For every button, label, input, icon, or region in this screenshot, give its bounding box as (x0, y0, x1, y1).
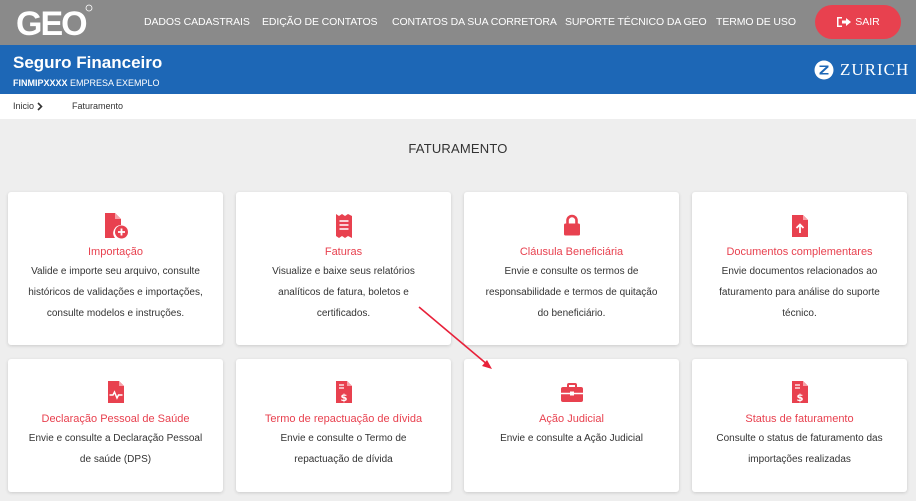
card-description: Envie e consulte a Declaração Pessoal de… (16, 428, 215, 470)
desc-line: históricos de validações e importações, (28, 287, 203, 298)
zurich-logo-icon (814, 60, 834, 80)
card-termo-repactuacao[interactable]: $ Termo de repactuação de dívida Envie e… (236, 359, 451, 492)
logout-button[interactable]: SAIR (815, 5, 901, 39)
desc-line: repactuação de dívida (294, 454, 393, 465)
card-description: Envie e consulte o Termo de repactuação … (244, 428, 443, 470)
desc-line: Valide e importe seu arquivo, consulte (31, 266, 200, 277)
card-declaracao-pessoal-saude[interactable]: Declaração Pessoal de Saúde Envie e cons… (8, 359, 223, 492)
product-subtitle: FINMIPXXXX EMPRESA EXEMPLO (13, 78, 160, 88)
nav-termo-de-uso[interactable]: TERMO DE USO (716, 0, 796, 45)
breadcrumb-current: Faturamento (72, 101, 124, 111)
card-description: Consulte o status de faturamento das imp… (700, 428, 899, 470)
lock-icon (563, 214, 580, 236)
desc-line: técnico. (782, 308, 817, 319)
nav-dados-cadastrais[interactable]: DADOS CADASTRAIS (144, 0, 250, 45)
card-description: Envie documentos relacionados ao faturam… (700, 261, 899, 324)
desc-line: de saúde (DPS) (79, 454, 152, 465)
svg-text:$: $ (796, 393, 803, 404)
card-description: Visualize e baixe seus relatórios analít… (244, 261, 443, 324)
top-navigation: GEO DADOS CADASTRAIS EDIÇÃO DE CONTATOS … (0, 0, 916, 45)
file-invoice-dollar-icon: $ (791, 381, 808, 404)
desc-line: consulte modelos e instruções. (46, 308, 185, 319)
card-title: Status de faturamento (745, 413, 854, 425)
card-title: Documentos complementares (726, 246, 873, 258)
card-description: Envie e consulte a Ação Judicial (472, 428, 671, 449)
company-name: EMPRESA EXEMPLO (70, 78, 160, 88)
desc-line: do beneficiário. (537, 308, 606, 319)
page-title: FATURAMENTO (408, 141, 508, 156)
policy-code: FINMIPXXXX (13, 78, 68, 88)
desc-line: Consulte o status de faturamento das (716, 433, 883, 444)
file-upload-icon (791, 215, 808, 237)
nav-suporte-tecnico[interactable]: SUPORTE TÉCNICO DA GEO (565, 0, 707, 45)
desc-line: Envie documentos relacionados ao (721, 266, 878, 277)
product-title: Seguro Financeiro (13, 53, 163, 72)
card-clausula-beneficiaria[interactable]: Cláusula Beneficiária Envie e consulte o… (464, 192, 679, 345)
file-plus-icon (104, 213, 128, 239)
desc-line: responsabilidade e termos de quitação (485, 287, 658, 298)
receipt-icon (335, 214, 352, 238)
desc-line: certificados. (316, 308, 371, 319)
desc-line: analíticos de fatura, boletos e (278, 287, 409, 298)
card-title: Cláusula Beneficiária (519, 246, 624, 258)
briefcase-icon (560, 383, 583, 402)
logout-label: SAIR (855, 16, 880, 28)
geo-logo[interactable]: GEO (14, 2, 94, 42)
desc-line: Envie e consulte os termos de (504, 266, 639, 277)
card-acao-judicial[interactable]: Ação Judicial Envie e consulte a Ação Ju… (464, 359, 679, 492)
desc-line: Envie e consulte a Declaração Pessoal (28, 433, 203, 444)
card-status-faturamento[interactable]: $ Status de faturamento Consulte o statu… (692, 359, 907, 492)
breadcrumb-home[interactable]: Inicio (13, 94, 34, 119)
desc-line: Envie e consulte a Ação Judicial (500, 433, 643, 444)
brand-name: ZURICH (840, 60, 910, 79)
card-title: Faturas (324, 246, 363, 258)
desc-line: importações realizadas (748, 454, 851, 465)
nav-contatos-corretora[interactable]: CONTATOS DA SUA CORRETORA (392, 0, 557, 45)
card-title: Ação Judicial (539, 413, 604, 425)
nav-edicao-de-contatos[interactable]: EDIÇÃO DE CONTATOS (262, 0, 378, 45)
breadcrumb: Inicio Faturamento (0, 94, 916, 119)
card-description: Envie e consulte os termos de responsabi… (472, 261, 671, 324)
desc-line: Envie e consulte o Termo de (280, 433, 407, 444)
logo-text: GEO (16, 5, 87, 42)
file-medical-icon (107, 381, 124, 403)
sign-out-icon (837, 17, 852, 27)
card-title: Importação (87, 246, 144, 258)
card-title: Termo de repactuação de dívida (264, 413, 423, 425)
svg-text:$: $ (340, 393, 347, 404)
card-title: Declaração Pessoal de Saúde (41, 413, 190, 425)
chevron-right-icon (37, 102, 43, 111)
desc-line: faturamento para análise do suporte (719, 287, 880, 298)
card-importacao[interactable]: Importação Valide e importe seu arquivo,… (8, 192, 223, 345)
zurich-brand: ZURICH (814, 58, 909, 82)
card-description: Valide e importe seu arquivo, consulte h… (16, 261, 215, 324)
card-documentos-complementares[interactable]: Documentos complementares Envie document… (692, 192, 907, 345)
desc-line: Visualize e baixe seus relatórios (272, 266, 415, 277)
card-faturas[interactable]: Faturas Visualize e baixe seus relatório… (236, 192, 451, 345)
product-header: Seguro Financeiro FINMIPXXXX EMPRESA EXE… (0, 45, 916, 94)
file-invoice-dollar-icon: $ (335, 381, 352, 404)
